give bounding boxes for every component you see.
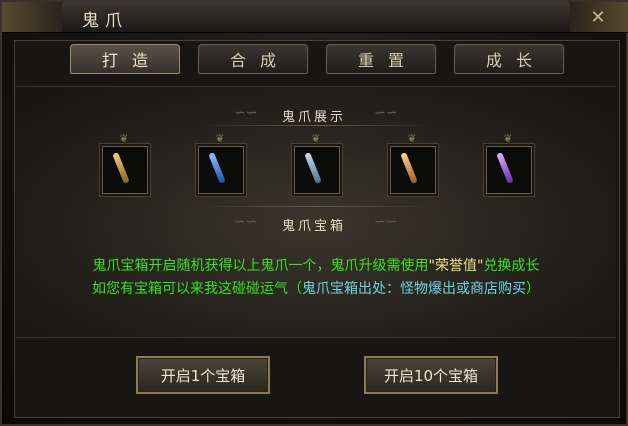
- leaf-ornament-icon: ❦: [503, 132, 513, 145]
- item-slot[interactable]: ❦: [194, 132, 246, 198]
- tab-bar: 打造 合成 重置 成长: [70, 44, 564, 76]
- box-source-text: 鬼爪宝箱出处：怪物爆出或商店购买: [302, 281, 526, 297]
- box-description-line-2: 如您有宝箱可以来我这碰碰运气（鬼爪宝箱出处：怪物爆出或商店购买）: [2, 278, 628, 298]
- leaf-ornament-icon: ❦: [311, 132, 321, 145]
- item-slot[interactable]: ❦: [386, 132, 438, 198]
- item-slot[interactable]: ❦: [98, 132, 150, 198]
- tab-growth[interactable]: 成长: [454, 44, 564, 74]
- leaf-ornament-icon: ❦: [119, 132, 129, 145]
- divider: [202, 125, 430, 126]
- window-title: 鬼爪: [82, 11, 128, 31]
- box-title: 鬼爪宝箱: [282, 219, 347, 234]
- close-button[interactable]: ✕: [586, 5, 610, 29]
- box-description-line-1: 鬼爪宝箱开启随机获得以上鬼爪一个，鬼爪升级需使用"荣誉值"兑换成长: [2, 255, 628, 275]
- description-text: 如您有宝箱可以来我这碰碰运气（: [92, 281, 302, 297]
- open-one-box-button[interactable]: 开启1个宝箱: [136, 356, 270, 394]
- swirl-ornament-icon: ∽∽: [234, 105, 258, 121]
- swirl-ornament-icon: ∽∽: [374, 214, 398, 230]
- open-ten-boxes-button[interactable]: 开启10个宝箱: [364, 356, 498, 394]
- item-slot[interactable]: ❦: [482, 132, 534, 198]
- tab-forge[interactable]: 打造: [70, 44, 180, 74]
- item-slot[interactable]: ❦: [290, 132, 342, 198]
- title-bar: 鬼爪 ✕: [2, 2, 628, 33]
- swirl-ornament-icon: ∽∽: [374, 105, 398, 121]
- showcase-title: 鬼爪展示: [282, 110, 347, 125]
- leaf-ornament-icon: ❦: [407, 132, 417, 145]
- window-frame: 鬼爪 ✕ 打造 合成 重置 成长 ∽∽ 鬼爪展示 ∽∽ ❦ ❦ ❦ ❦ ❦ ∽∽…: [0, 0, 628, 426]
- description-text: ）: [526, 281, 540, 297]
- description-text: 兑换成长: [483, 258, 540, 274]
- tab-compose[interactable]: 合成: [198, 44, 308, 74]
- dragon-ornament-icon: [2, 2, 62, 32]
- honor-value-highlight: "荣誉值": [428, 258, 484, 274]
- swirl-ornament-icon: ∽∽: [234, 214, 258, 230]
- description-text: 鬼爪宝箱开启随机获得以上鬼爪一个，鬼爪升级需使用: [92, 258, 429, 274]
- divider: [202, 206, 430, 207]
- leaf-ornament-icon: ❦: [215, 132, 225, 145]
- tab-reset[interactable]: 重置: [326, 44, 436, 74]
